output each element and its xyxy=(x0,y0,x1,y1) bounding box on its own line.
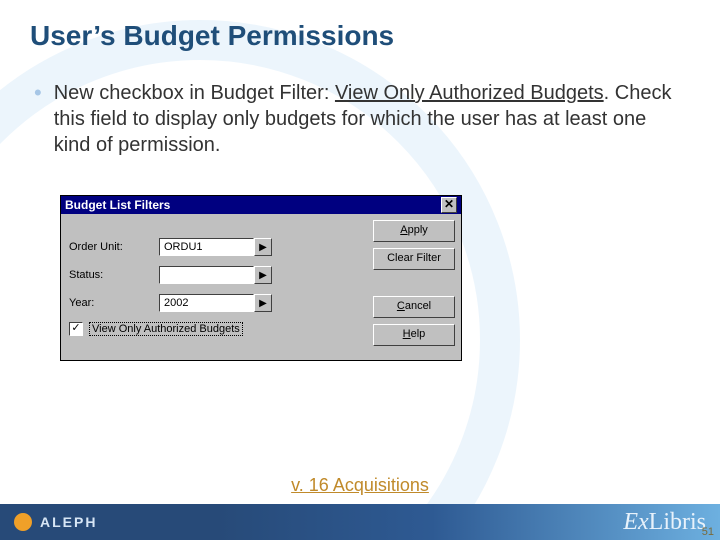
status-input[interactable] xyxy=(159,266,254,284)
status-label: Status: xyxy=(69,269,159,281)
budget-filter-dialog: Budget List Filters ✕ Order Unit: ORDU1 … xyxy=(60,195,462,361)
status-dropdown-icon[interactable]: ▶ xyxy=(254,266,272,284)
cancel-button[interactable]: Cancel xyxy=(373,296,455,318)
help-mnemonic: H xyxy=(403,328,411,340)
year-input[interactable]: 2002 xyxy=(159,294,254,312)
exlibris-rest: Libris xyxy=(649,509,706,535)
clear-rest: Clear Filter xyxy=(387,252,441,264)
dialog-title: Budget List Filters xyxy=(65,196,170,214)
apply-button[interactable]: Apply xyxy=(373,220,455,242)
help-rest: elp xyxy=(411,328,426,340)
view-only-authorized-checkbox[interactable]: ✓ xyxy=(69,322,83,336)
page-number: 51 xyxy=(702,526,714,538)
cancel-rest: ancel xyxy=(405,300,431,312)
footer-center-text: v. 16 Acquisitions xyxy=(0,475,720,496)
footer-bar: ALEPH ExLibris xyxy=(0,504,720,540)
year-dropdown-icon[interactable]: ▶ xyxy=(254,294,272,312)
aleph-logo: ALEPH xyxy=(14,513,97,531)
order-unit-input[interactable]: ORDU1 xyxy=(159,238,254,256)
body-text: • New checkbox in Budget Filter: View On… xyxy=(30,80,680,158)
view-only-authorized-label: View Only Authorized Budgets xyxy=(89,322,243,336)
bullet-pre: New checkbox in Budget Filter: xyxy=(54,82,335,104)
exlibris-logo: ExLibris xyxy=(623,509,706,536)
order-unit-dropdown-icon[interactable]: ▶ xyxy=(254,238,272,256)
order-unit-label: Order Unit: xyxy=(69,241,159,253)
exlibris-ex: Ex xyxy=(623,509,648,535)
year-label: Year: xyxy=(69,297,159,309)
aleph-mark-icon xyxy=(14,513,32,531)
slide-title: User’s Budget Permissions xyxy=(30,20,690,52)
dialog-titlebar: Budget List Filters ✕ xyxy=(61,196,461,214)
apply-mnemonic: A xyxy=(400,224,407,236)
aleph-text: ALEPH xyxy=(40,514,97,530)
bullet-text: New checkbox in Budget Filter: View Only… xyxy=(54,80,680,158)
bullet-dot: • xyxy=(34,80,42,106)
close-icon[interactable]: ✕ xyxy=(441,197,457,213)
clear-filter-button[interactable]: Clear Filter xyxy=(373,248,455,270)
cancel-mnemonic: C xyxy=(397,300,405,312)
help-button[interactable]: Help xyxy=(373,324,455,346)
bullet-underlined: View Only Authorized Budgets xyxy=(335,82,604,104)
apply-rest: pply xyxy=(408,224,428,236)
